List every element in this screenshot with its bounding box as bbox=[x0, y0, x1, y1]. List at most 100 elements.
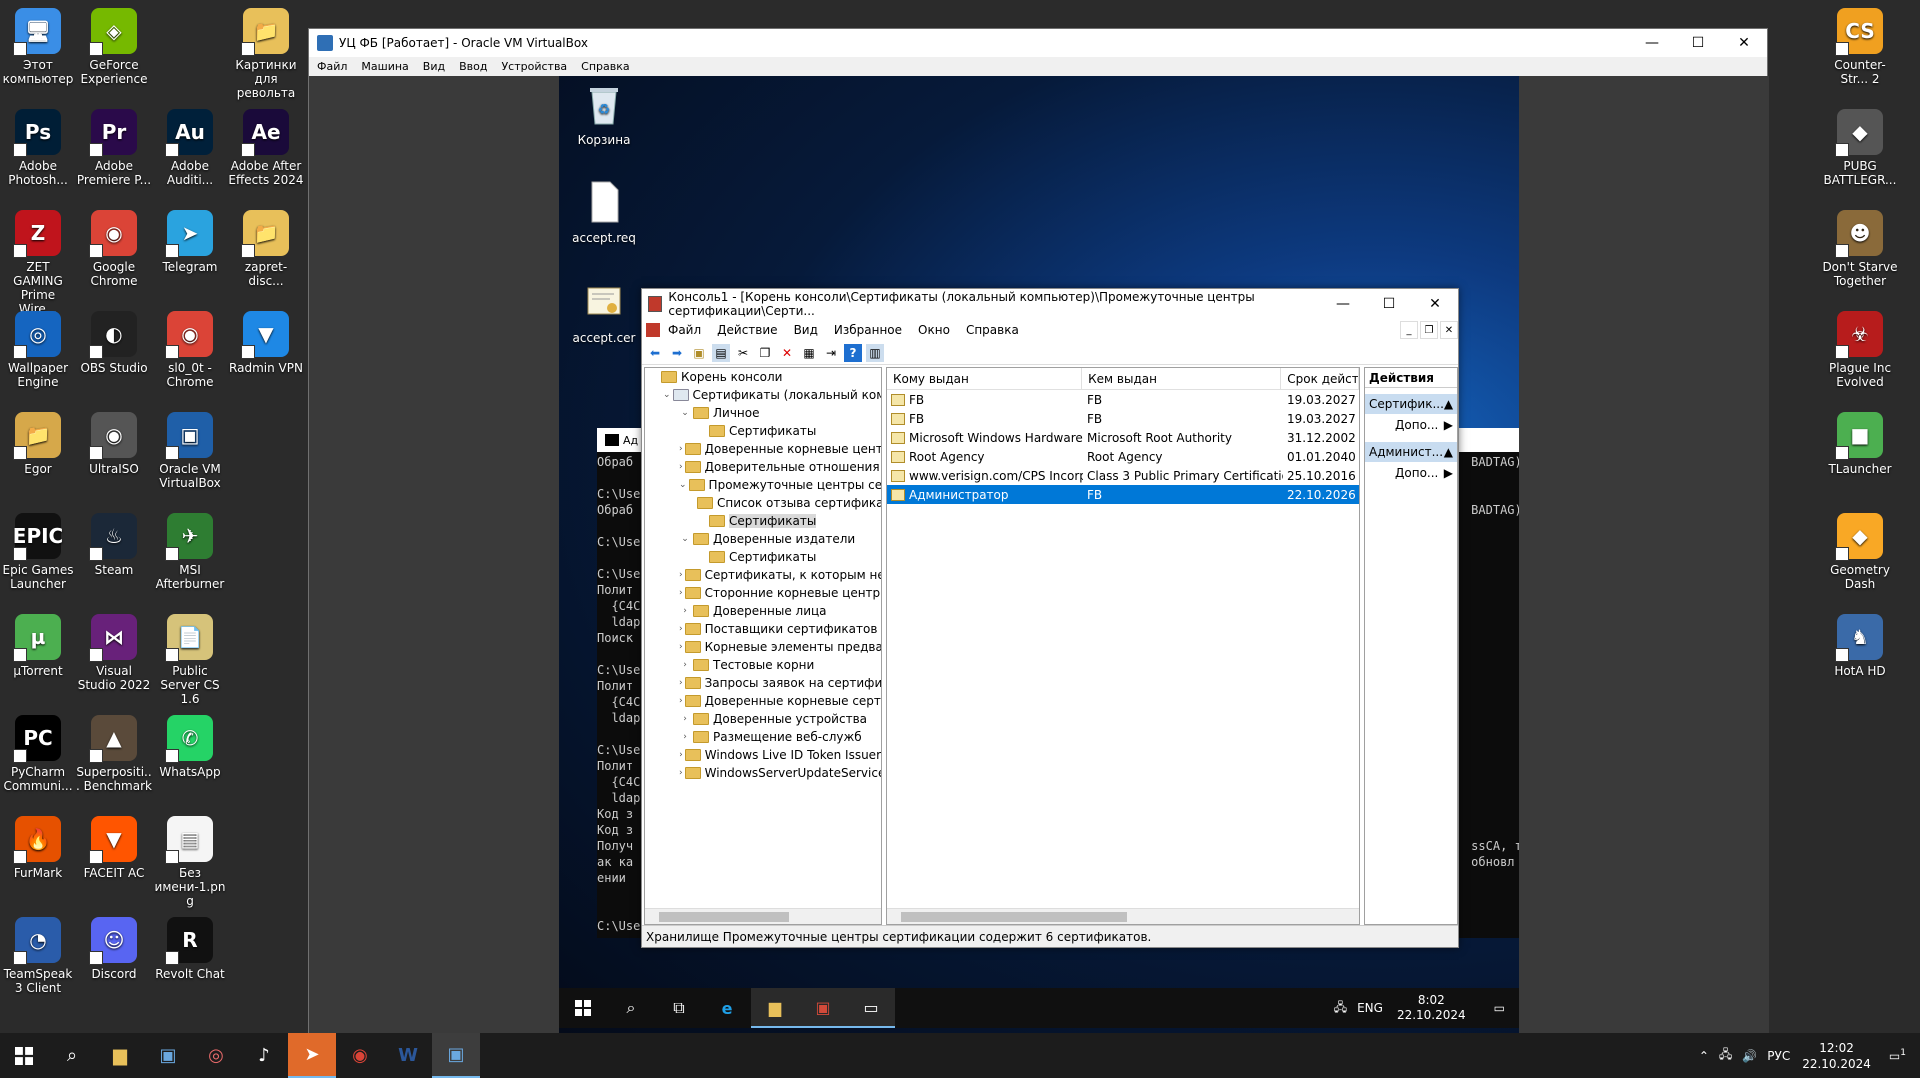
table-row[interactable]: www.verisign.com/CPS Incorp.... Class 3 P… bbox=[887, 466, 1359, 485]
list-horizontal-scrollbar[interactable] bbox=[887, 908, 1359, 924]
host-right-icon-4[interactable]: ■ TLauncher bbox=[1822, 408, 1898, 504]
chevron-right-icon[interactable]: › bbox=[679, 462, 683, 472]
tree-node[interactable]: ›Запросы заявок на сертификат bbox=[645, 674, 881, 692]
vm-mmc-taskbar-icon[interactable]: ▣ bbox=[799, 988, 847, 1028]
chevron-right-icon[interactable]: › bbox=[679, 660, 691, 670]
host-icon-15[interactable]: 📁 Egor bbox=[0, 408, 76, 504]
tree-node[interactable]: ›Сторонние корневые центры се bbox=[645, 584, 881, 602]
host-icon-3[interactable]: Ps Adobe Photosh... bbox=[0, 105, 76, 201]
vm-clock[interactable]: 8:02 22.10.2024 bbox=[1397, 993, 1466, 1023]
mmc-title-bar[interactable]: Консоль1 - [Корень консоли\Сертификаты (… bbox=[642, 289, 1458, 319]
cut-icon[interactable]: ✂ bbox=[734, 344, 752, 362]
host-right-icon-0[interactable]: CS Counter-Str... 2 bbox=[1822, 4, 1898, 100]
chevron-right-icon[interactable]: › bbox=[679, 444, 683, 454]
menu-input[interactable]: Ввод bbox=[459, 60, 487, 73]
tree-node[interactable]: ⌄ Доверенные издатели bbox=[645, 530, 881, 548]
vm-start-button[interactable] bbox=[559, 988, 607, 1028]
chevron-right-icon[interactable]: › bbox=[679, 750, 683, 760]
vm-icon-recycle-bin[interactable]: ♻ Корзина bbox=[569, 82, 639, 147]
show-tree-icon[interactable]: ▤ bbox=[712, 343, 730, 362]
host-icon-30[interactable]: ◔ TeamSpeak 3 Client bbox=[0, 913, 76, 1009]
close-button[interactable]: ✕ bbox=[1412, 289, 1458, 319]
host-chrome-icon[interactable]: ◉ bbox=[336, 1033, 384, 1078]
vm-explorer-icon[interactable]: ▆ bbox=[751, 988, 799, 1028]
tray-language[interactable]: РУС bbox=[1767, 1049, 1790, 1063]
table-row[interactable]: Администратор FB 22.10.2026 bbox=[887, 485, 1359, 504]
chevron-down-icon[interactable]: ⌄ bbox=[663, 390, 671, 400]
minimize-button[interactable]: — bbox=[1629, 29, 1675, 57]
close-button[interactable]: ✕ bbox=[1721, 29, 1767, 57]
table-row[interactable]: Root Agency Root Agency 01.01.2040 bbox=[887, 447, 1359, 466]
menu-window[interactable]: Окно bbox=[918, 323, 950, 337]
host-icon-18[interactable]: EPIC Epic Games Launcher bbox=[0, 509, 76, 605]
host-icon-10[interactable]: 📁 zapret-disc... bbox=[228, 206, 304, 302]
menu-devices[interactable]: Устройства bbox=[501, 60, 567, 73]
host-start-button[interactable] bbox=[0, 1033, 48, 1078]
host-icon-4[interactable]: Pr Adobe Premiere P... bbox=[76, 105, 152, 201]
vm-search-icon[interactable]: ⌕ bbox=[607, 988, 655, 1028]
up-folder-icon[interactable]: ▣ bbox=[690, 344, 708, 362]
host-app-icon[interactable]: ▣ bbox=[144, 1033, 192, 1078]
tray-network-icon[interactable]: 🖧 bbox=[1719, 1045, 1732, 1066]
host-icon-2[interactable]: 📁 Картинки для револьта bbox=[228, 4, 304, 100]
vm-ie-icon[interactable]: e bbox=[703, 988, 751, 1028]
chevron-down-icon[interactable]: ⌄ bbox=[679, 408, 691, 418]
back-icon[interactable]: ⬅ bbox=[646, 344, 664, 362]
copy-icon[interactable]: ❐ bbox=[756, 344, 774, 362]
host-icon-31[interactable]: ☺ Discord bbox=[76, 913, 152, 1009]
host-icon-20[interactable]: ✈ MSI Afterburner bbox=[152, 509, 228, 605]
host-icon-22[interactable]: ⋈ Visual Studio 2022 bbox=[76, 610, 152, 706]
chevron-right-icon[interactable]: › bbox=[679, 624, 683, 634]
host-virtualbox-icon[interactable]: ▣ bbox=[432, 1033, 480, 1078]
vm-task-view-icon[interactable]: ⧉ bbox=[655, 988, 703, 1028]
tree-node[interactable]: Сертификаты bbox=[645, 548, 881, 566]
host-icon-0[interactable]: 🖥 Этот компьютер bbox=[0, 4, 76, 100]
minimize-button[interactable]: — bbox=[1320, 289, 1366, 319]
host-icon-17[interactable]: ▣ Oracle VM VirtualBox bbox=[152, 408, 228, 504]
tray-chevron-up-icon[interactable]: ⌃ bbox=[1699, 1049, 1709, 1063]
menu-file[interactable]: Файл bbox=[668, 323, 701, 337]
chevron-right-icon[interactable]: › bbox=[679, 732, 691, 742]
actions-section-administrator[interactable]: Админист... ▲ bbox=[1365, 442, 1457, 462]
child-minimize-icon[interactable]: _ bbox=[1400, 321, 1418, 339]
tree-node[interactable]: Корень консоли bbox=[645, 368, 881, 386]
certificate-list[interactable]: Кому выдан Кем выдан Срок действ FB FB 19.… bbox=[886, 367, 1360, 925]
tree-node[interactable]: Сертификаты bbox=[645, 422, 881, 440]
action-more-actions[interactable]: Допо... ▶ bbox=[1365, 414, 1457, 436]
tree-node[interactable]: ⌄Промежуточные центры серти bbox=[645, 476, 881, 494]
table-row[interactable]: Microsoft Windows Hardware ... Microsoft … bbox=[887, 428, 1359, 447]
child-restore-icon[interactable]: ❐ bbox=[1420, 321, 1438, 339]
chevron-right-icon[interactable]: › bbox=[679, 696, 683, 706]
menu-help[interactable]: Справка bbox=[966, 323, 1019, 337]
host-icon-8[interactable]: ◉ Google Chrome bbox=[76, 206, 152, 302]
delete-icon[interactable]: ✕ bbox=[778, 344, 796, 362]
chevron-right-icon[interactable]: › bbox=[679, 588, 683, 598]
menu-view[interactable]: Вид bbox=[423, 60, 445, 73]
actions-section-certificates[interactable]: Сертифик... ▲ bbox=[1365, 394, 1457, 414]
column-expiration[interactable]: Срок действ bbox=[1281, 368, 1359, 389]
table-row[interactable]: FB FB 19.03.2027 bbox=[887, 409, 1359, 428]
chevron-right-icon[interactable]: › bbox=[679, 606, 691, 616]
host-icon-32[interactable]: R Revolt Chat bbox=[152, 913, 228, 1009]
tree-node[interactable]: ›Сертификаты, к которым нет до bbox=[645, 566, 881, 584]
vm-icon-accept-req[interactable]: accept.req bbox=[569, 180, 639, 245]
tree-node[interactable]: › Доверенные корневые центры bbox=[645, 440, 881, 458]
tree-node[interactable]: › Тестовые корни bbox=[645, 656, 881, 674]
menu-favorites[interactable]: Избранное bbox=[834, 323, 902, 337]
child-close-icon[interactable]: ✕ bbox=[1440, 321, 1458, 339]
host-right-icon-5[interactable]: ◆ Geometry Dash bbox=[1822, 509, 1898, 605]
host-icon-1[interactable]: ◈ GeForce Experience bbox=[76, 4, 152, 100]
host-icon-23[interactable]: 📄 Public Server CS 1.6 bbox=[152, 610, 228, 706]
tree-horizontal-scrollbar[interactable] bbox=[645, 908, 881, 924]
tree-node[interactable]: ⌄ Личное bbox=[645, 404, 881, 422]
tree-node[interactable]: › Windows Live ID Token Issuer bbox=[645, 746, 881, 764]
host-icon-29[interactable]: ▤ Без имени-1.png bbox=[152, 812, 228, 908]
vm-guest-screen[interactable]: ♻ Корзина accept.req accept.cer Ад Обраб… bbox=[559, 76, 1519, 1034]
host-icon-28[interactable]: ▼ FACEIT AC bbox=[76, 812, 152, 908]
host-icon-13[interactable]: ◉ sl0_0t - Chrome bbox=[152, 307, 228, 403]
chevron-right-icon[interactable]: › bbox=[679, 768, 683, 778]
host-icon-24[interactable]: PC PyCharm Communi... bbox=[0, 711, 76, 807]
tree-node[interactable]: ›Доверительные отношения в п bbox=[645, 458, 881, 476]
help-icon[interactable]: ? bbox=[844, 343, 862, 362]
tray-volume-icon[interactable]: 🔊 bbox=[1742, 1049, 1757, 1063]
